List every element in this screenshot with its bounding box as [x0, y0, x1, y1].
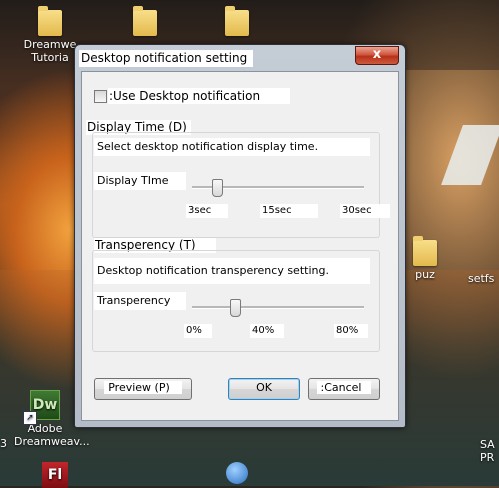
transparency-slider-thumb[interactable]: [229, 299, 241, 317]
transparency-description: Desktop notification transperency settin…: [94, 258, 370, 284]
display-time-slider-thumb[interactable]: [212, 179, 224, 197]
desktop-icon-adobe-flash[interactable]: Fl: [40, 462, 70, 488]
close-button[interactable]: x: [355, 46, 399, 65]
flash-app-icon: Fl: [42, 462, 68, 488]
transparency-slider-label: Transperency: [94, 292, 186, 310]
desktop-icon-dreamweaver-tutorial[interactable]: Dreamwe Tutoria: [22, 6, 78, 64]
dialog-client-area: :Use Desktop notification Display Time (…: [81, 71, 399, 421]
wallpaper-snow-patch: [441, 125, 499, 185]
desktop-icon-setfs[interactable]: setfs: [468, 272, 499, 285]
use-notification-row[interactable]: :Use Desktop notification: [94, 88, 291, 104]
dialog-titlebar[interactable]: Desktop notification setting x: [75, 45, 405, 71]
cancel-button-label: :Cancel: [316, 381, 372, 394]
folder-icon: [225, 6, 249, 36]
display-time-tick-15sec: 15sec: [260, 204, 318, 218]
desktop-icon-label: Adobe Dreamweav...: [14, 422, 90, 448]
dreamweaver-app-icon: Dw ➚: [23, 390, 60, 425]
folder-icon: [133, 6, 157, 36]
desktop-icon-partial[interactable]: 3: [0, 437, 10, 450]
globe-icon: [226, 462, 248, 484]
display-time-description: Select desktop notification display time…: [94, 138, 370, 156]
dialog-title: Desktop notification setting: [79, 50, 254, 67]
desktop-icon-adobe-dreamweaver[interactable]: Dw ➚ Adobe Dreamweav...: [14, 390, 90, 448]
use-notification-checkbox[interactable]: [94, 89, 107, 103]
display-time-tick-3sec: 3sec: [186, 204, 228, 218]
folder-icon: [38, 6, 62, 36]
display-time-slider-label: Display TIme: [94, 172, 186, 190]
preview-button[interactable]: Preview (P): [94, 378, 192, 400]
folder-icon: [413, 236, 437, 266]
desktop-icon-folder-3[interactable]: [222, 6, 252, 38]
transparency-tick-0: 0%: [184, 324, 212, 338]
display-time-tick-30sec: 30sec: [340, 204, 390, 218]
desktop-icon-puz[interactable]: puz: [410, 236, 440, 281]
use-notification-label: :Use Desktop notification: [108, 88, 291, 104]
cancel-button[interactable]: :Cancel: [308, 378, 380, 400]
transparency-tick-80: 80%: [334, 324, 368, 338]
transparency-slider-track[interactable]: [192, 306, 364, 309]
desktop-icon-label: setfs: [468, 272, 495, 285]
desktop-icon-label: 3: [0, 437, 7, 450]
ok-button[interactable]: OK: [228, 378, 300, 400]
preview-button-label: Preview (P): [104, 381, 182, 394]
desktop-icon-label: Dreamwe Tutoria: [23, 38, 77, 64]
desktop-icon-network[interactable]: [222, 462, 252, 484]
shortcut-arrow-icon: ➚: [23, 411, 37, 425]
ok-button-label: OK: [256, 381, 272, 394]
desktop-icon-folder-2[interactable]: [130, 6, 160, 38]
desktop-icon-sa-pr[interactable]: SA PR: [480, 412, 499, 477]
transparency-tick-40: 40%: [250, 324, 284, 338]
close-icon: x: [372, 47, 382, 62]
desktop-icon-label: puz: [415, 268, 435, 281]
notification-settings-dialog: Desktop notification setting x :Use Desk…: [74, 44, 406, 428]
desktop-icon-label: SA PR: [480, 438, 495, 464]
